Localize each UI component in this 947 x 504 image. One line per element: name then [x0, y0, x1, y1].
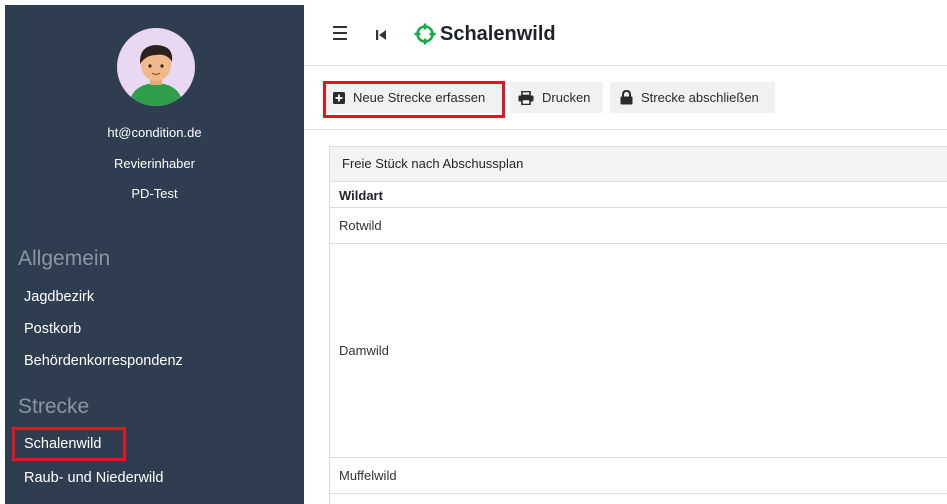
table-row: Damwild	[330, 244, 947, 458]
printer-icon	[518, 90, 534, 105]
sidebar-item-postkorb[interactable]: Postkorb	[24, 321, 81, 337]
print-label: Drucken	[542, 90, 591, 105]
user-email: ht@condition.de	[107, 125, 202, 140]
panel-title: Freie Stück nach Abschussplan	[330, 147, 947, 182]
table-row: Muffelwild	[330, 458, 947, 494]
column-header-wildart: Wildart	[330, 182, 947, 208]
print-button[interactable]: Drucken	[510, 82, 603, 113]
user-role: Revierinhaber	[114, 156, 195, 171]
abschussplan-panel: Freie Stück nach Abschussplan Wildart Ro…	[329, 146, 947, 504]
close-strecke-label: Strecke abschließen	[641, 90, 759, 105]
sidebar-item-behoerdenkorrespondenz[interactable]: Behördenkorrespondenz	[24, 353, 183, 369]
section-title-allgemein: Allgemein	[18, 247, 111, 270]
menu-icon[interactable]	[333, 26, 347, 42]
section-title-strecke: Strecke	[18, 395, 90, 418]
collapse-sidebar-icon[interactable]	[375, 28, 387, 46]
top-bar: Schalenwild	[304, 5, 947, 66]
sidebar-item-jagdbezirk[interactable]: Jagdbezirk	[24, 289, 94, 305]
sidebar-item-raub-und-niederwild[interactable]: Raub- und Niederwild	[24, 470, 163, 486]
new-strecke-highlight	[323, 81, 505, 118]
crosshair-icon	[414, 23, 436, 50]
user-org: PD-Test	[131, 186, 178, 201]
main-content: Schalenwild Neue Strecke erfassen Drucke…	[304, 5, 947, 504]
lock-icon	[620, 90, 633, 105]
row-wildart-muffelwild: Muffelwild	[339, 468, 397, 483]
row-wildart-rotwild: Rotwild	[339, 218, 382, 233]
close-strecke-button[interactable]: Strecke abschließen	[610, 82, 775, 113]
row-wildart-damwild: Damwild	[339, 343, 389, 358]
avatar-icon	[117, 28, 195, 106]
table-row: Rotwild	[330, 208, 947, 244]
sidebar: ht@condition.de Revierinhaber PD-Test Al…	[5, 5, 304, 504]
sidebar-item-schalenwild[interactable]: Schalenwild	[24, 436, 101, 452]
user-avatar[interactable]	[117, 28, 195, 106]
page-title: Schalenwild	[440, 23, 556, 45]
